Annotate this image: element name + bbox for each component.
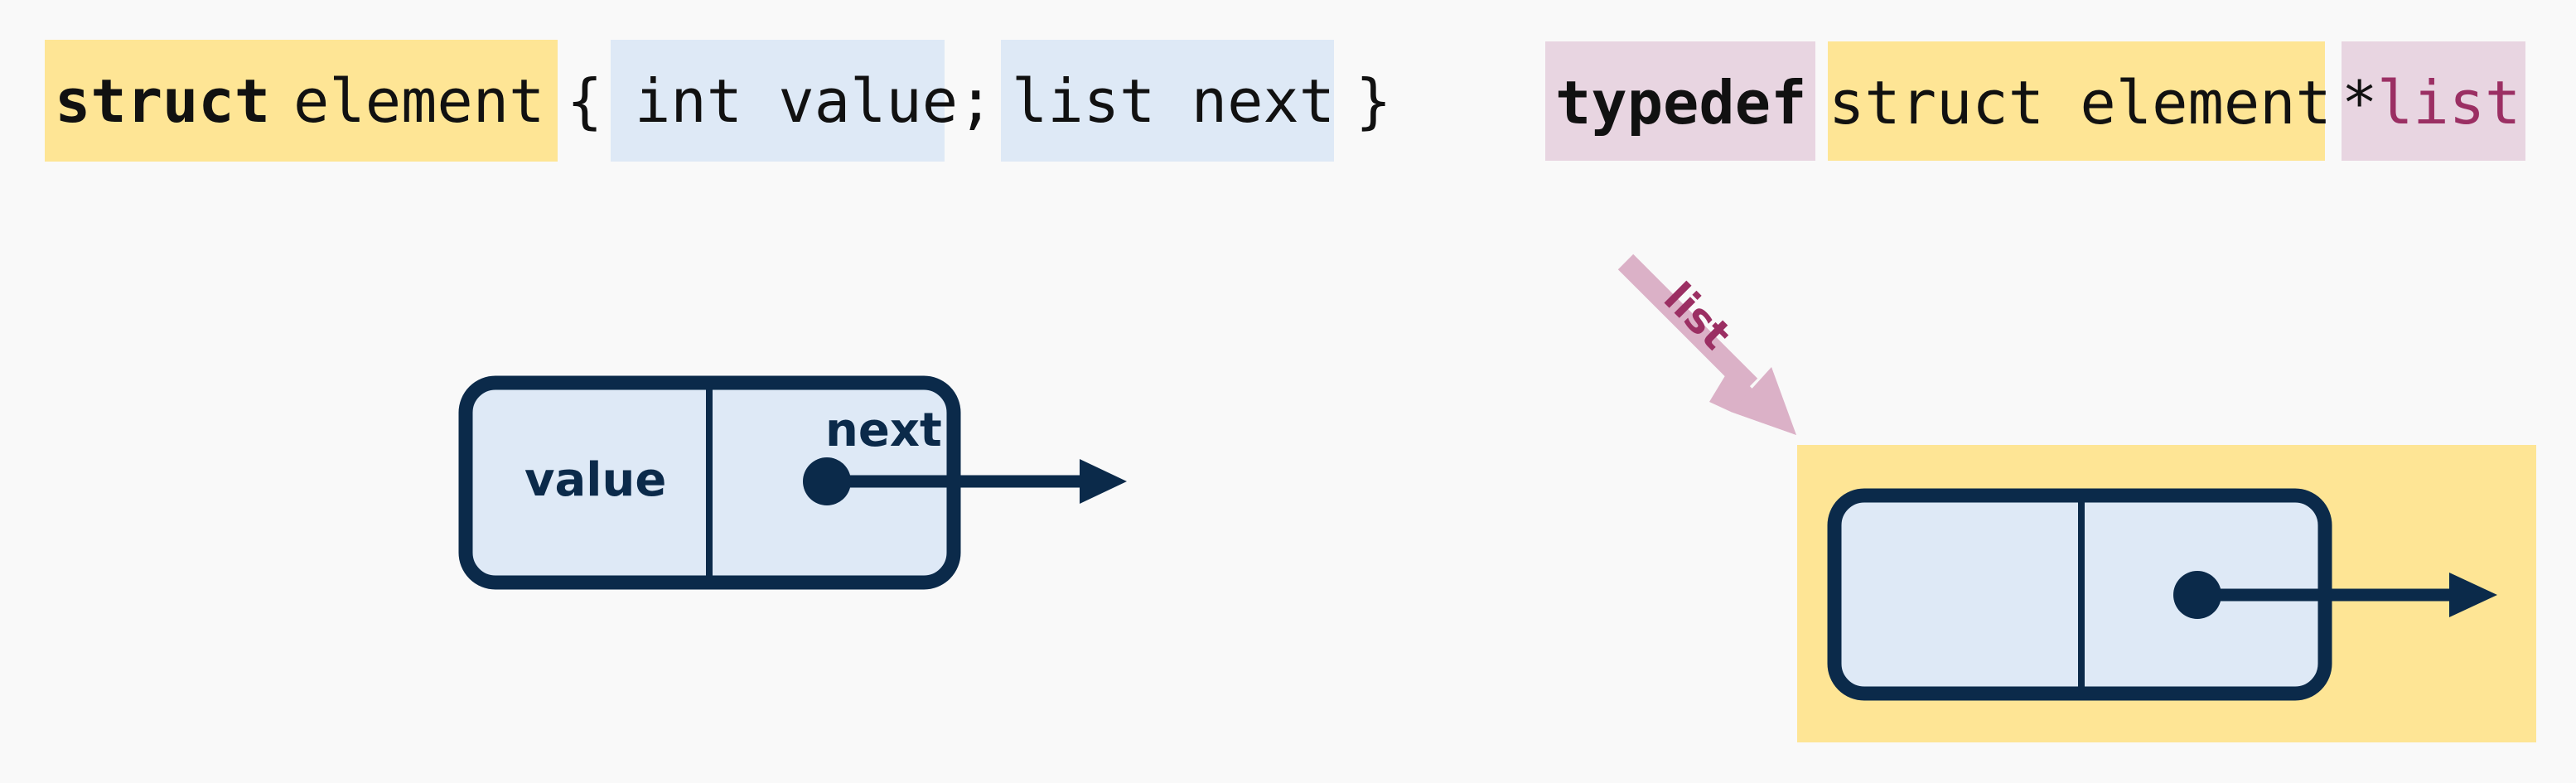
diagram-canvas xyxy=(458,254,2497,701)
next-label: next xyxy=(825,404,942,457)
value-label: value xyxy=(524,453,667,507)
